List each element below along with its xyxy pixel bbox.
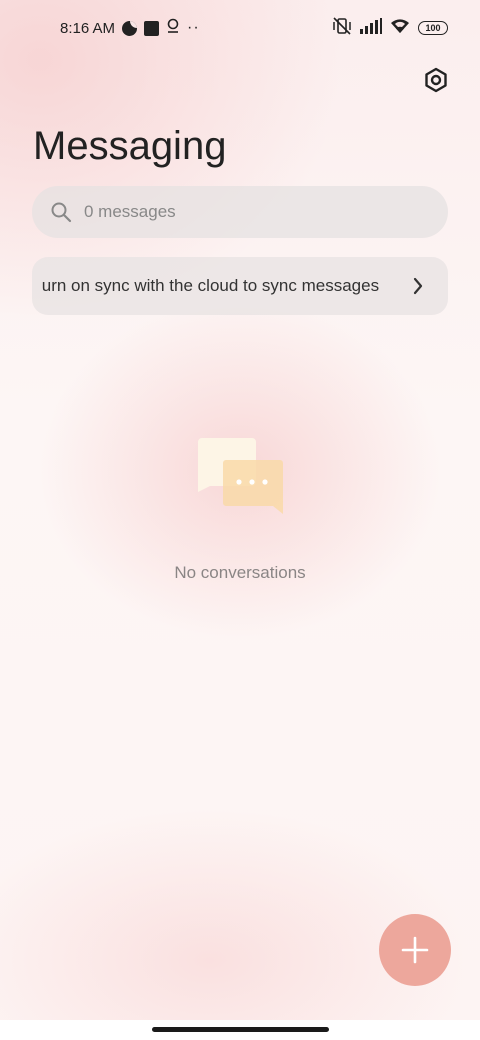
status-right: 100: [332, 16, 448, 40]
location-icon: [166, 18, 180, 38]
status-bar: 8:16 AM ·· 100: [0, 0, 480, 56]
search-icon: [51, 202, 72, 223]
home-indicator[interactable]: [152, 1027, 329, 1032]
signal-icon: [360, 17, 382, 39]
chevron-right-icon: [413, 277, 423, 295]
empty-state-text: No conversations: [174, 563, 306, 582]
app-notification-icon: [144, 20, 160, 36]
settings-hexagon-icon: [425, 67, 447, 93]
status-left: 8:16 AM ··: [60, 18, 200, 38]
data-saver-icon: [122, 20, 138, 36]
search-bar[interactable]: 0 messages: [32, 186, 448, 238]
more-notifications-icon: ··: [187, 19, 200, 36]
vibrate-off-icon: [332, 16, 352, 40]
settings-button[interactable]: [420, 64, 452, 96]
status-time: 8:16 AM: [60, 19, 116, 37]
page-title: Messaging: [33, 124, 227, 168]
sync-text-container: Turn on sync with the cloud to sync mess…: [42, 276, 387, 296]
search-placeholder: 0 messages: [84, 202, 176, 221]
wifi-icon: [390, 18, 410, 39]
plus-icon: [401, 936, 429, 964]
sync-banner[interactable]: Turn on sync with the cloud to sync mess…: [32, 257, 448, 315]
chat-bubbles-icon: [198, 438, 283, 514]
new-message-button[interactable]: [379, 914, 451, 986]
battery-icon: 100: [418, 21, 448, 35]
sync-banner-text: Turn on sync with the cloud to sync mess…: [42, 276, 380, 295]
